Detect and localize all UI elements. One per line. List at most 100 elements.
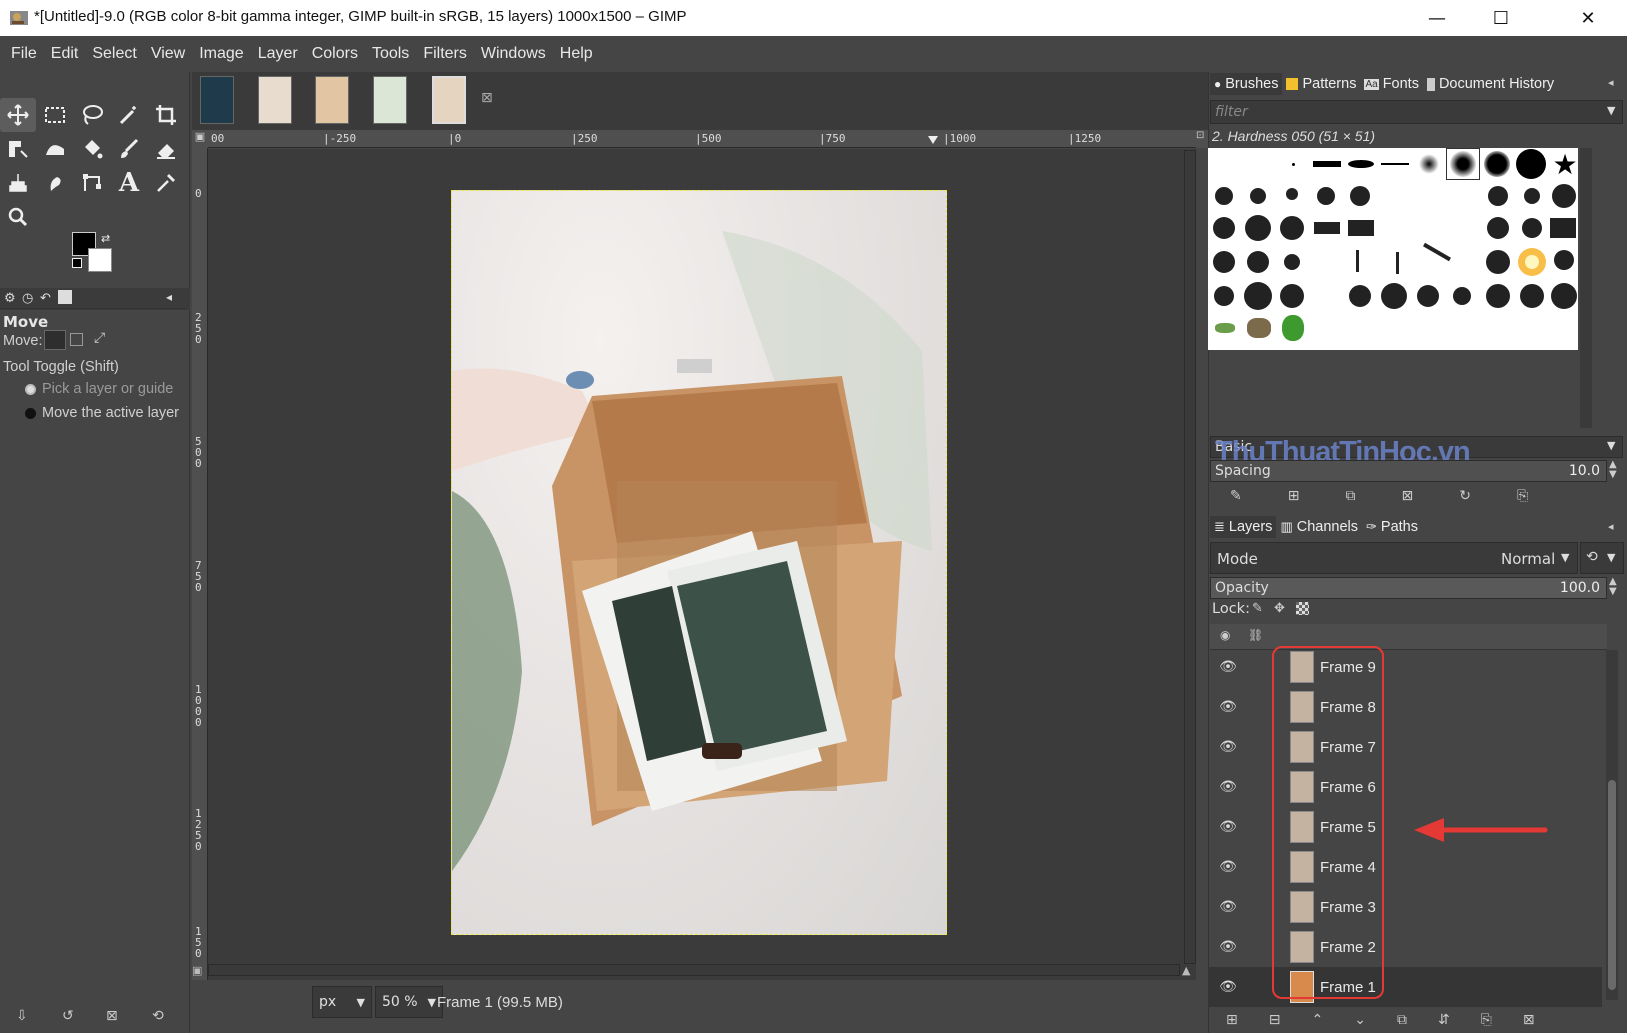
zoom-on-resize-icon[interactable]: ⊡ — [1196, 130, 1208, 148]
menu-view[interactable]: View — [144, 45, 192, 63]
eye-icon[interactable]: 👁 — [1208, 659, 1248, 675]
smudge-tool-icon[interactable] — [37, 166, 73, 200]
layer-mask-icon[interactable]: ⎘ — [1481, 1012, 1492, 1028]
clone-tool-icon[interactable] — [0, 166, 36, 200]
unit-select[interactable]: px ▼ — [312, 986, 372, 1018]
tab-patterns[interactable]: Patterns — [1282, 73, 1360, 95]
reset-colors-icon[interactable] — [72, 258, 82, 268]
image-tab-thumbnail[interactable] — [258, 76, 292, 124]
eye-icon[interactable]: 👁 — [1208, 739, 1248, 755]
layer-row[interactable]: 👁 Frame 6 — [1208, 767, 1602, 807]
tab-brushes[interactable]: ● Brushes — [1210, 73, 1283, 95]
brush-grid[interactable]: ★ — [1208, 148, 1578, 350]
delete-tool-preset-icon[interactable]: ⊠ — [106, 1008, 118, 1024]
fuzzy-select-tool-icon[interactable] — [111, 98, 147, 132]
menu-help[interactable]: Help — [553, 45, 600, 63]
paintbrush-tool-icon[interactable] — [111, 132, 147, 166]
menu-image[interactable]: Image — [192, 45, 250, 63]
gimp-mascot-brush-icon[interactable] — [1242, 312, 1276, 344]
pepper-brush-icon[interactable] — [1276, 312, 1310, 344]
menu-select[interactable]: Select — [85, 45, 143, 63]
edit-brush-icon[interactable]: ✎ — [1230, 488, 1242, 504]
navigate-canvas-icon[interactable]: ▲ — [1182, 964, 1196, 978]
menu-layer[interactable]: Layer — [251, 45, 305, 63]
layer-row-active[interactable]: 👁 Frame 1 — [1208, 967, 1602, 1007]
brush-filter-input[interactable]: filter ▼ — [1210, 100, 1623, 124]
layers-scrollbar[interactable] — [1606, 650, 1618, 1000]
brush-item-selected[interactable] — [1446, 148, 1480, 180]
restore-tool-preset-icon[interactable]: ↺ — [62, 1008, 74, 1024]
lower-layer-icon[interactable]: ⌄ — [1354, 1012, 1366, 1028]
brush-item[interactable] — [1344, 148, 1378, 180]
raise-layer-icon[interactable]: ⌃ — [1311, 1012, 1323, 1028]
tab-fonts[interactable]: Aa Fonts — [1360, 73, 1423, 95]
image-content[interactable] — [451, 190, 947, 935]
image-tab-thumbnail-active[interactable] — [432, 76, 466, 124]
navigate-icon[interactable]: ▣ — [192, 964, 206, 978]
eye-icon[interactable]: 👁 — [1208, 899, 1248, 915]
delete-brush-icon[interactable]: ⊠ — [1401, 488, 1413, 504]
brush-item[interactable] — [1310, 148, 1344, 180]
merge-layer-icon[interactable]: ⇵ — [1438, 1012, 1450, 1028]
brush-item[interactable] — [1276, 148, 1310, 180]
menu-edit[interactable]: Edit — [44, 45, 86, 63]
new-layer-group-icon[interactable]: ⊟ — [1269, 1012, 1281, 1028]
close-window-button[interactable]: ✕ — [1556, 0, 1620, 36]
eye-icon[interactable]: 👁 — [1208, 779, 1248, 795]
warp-transform-tool-icon[interactable] — [37, 132, 73, 166]
text-tool-icon[interactable]: A — [111, 166, 147, 200]
brush-grid-scrollbar[interactable] — [1580, 148, 1592, 428]
save-tool-preset-icon[interactable]: ⇩ — [16, 1008, 28, 1024]
image-tab-thumbnail[interactable] — [373, 76, 407, 124]
horizontal-scrollbar[interactable] — [208, 964, 1180, 976]
menu-colors[interactable]: Colors — [305, 45, 365, 63]
layer-row[interactable]: 👁 Frame 8 — [1208, 687, 1602, 727]
eye-icon[interactable]: 👁 — [1208, 939, 1248, 955]
spacing-slider[interactable]: Spacing 10.0 — [1210, 460, 1607, 482]
layer-row[interactable]: 👁 Frame 7 — [1208, 727, 1602, 767]
image-tab-thumbnail[interactable] — [315, 76, 349, 124]
vertical-scrollbar[interactable] — [1184, 150, 1196, 964]
layers-scrollbar-thumb[interactable] — [1608, 780, 1616, 990]
close-image-tab-icon[interactable]: ⊠ — [481, 90, 493, 106]
brush-item[interactable] — [1378, 148, 1412, 180]
layer-row[interactable]: 👁 Frame 4 — [1208, 847, 1602, 887]
images-tab-icon[interactable] — [58, 290, 72, 304]
menu-windows[interactable]: Windows — [474, 45, 553, 63]
tab-paths[interactable]: ✑ Paths — [1362, 516, 1422, 538]
maximize-button[interactable]: ☐ — [1469, 0, 1533, 36]
tool-options-tab-icon[interactable]: ⚙ — [4, 291, 16, 306]
move-selection-mode-button[interactable] — [70, 333, 83, 346]
bucket-fill-tool-icon[interactable] — [74, 132, 110, 166]
dock-menu-icon[interactable]: ◂ — [1608, 520, 1614, 533]
dock-menu-icon[interactable]: ◂ — [1608, 76, 1614, 89]
pick-layer-radio[interactable] — [25, 384, 36, 395]
color-picker-tool-icon[interactable] — [148, 166, 184, 200]
open-brush-as-image-icon[interactable]: ⎘ — [1517, 488, 1528, 504]
paths-tool-icon[interactable] — [74, 166, 110, 200]
lock-pixels-icon[interactable]: ✎ — [1252, 601, 1263, 616]
move-active-layer-radio[interactable] — [25, 408, 36, 419]
background-color-swatch[interactable] — [88, 248, 112, 272]
duplicate-brush-icon[interactable]: ⧉ — [1345, 488, 1355, 504]
rect-select-tool-icon[interactable] — [37, 98, 73, 132]
tab-layers[interactable]: ≣ Layers — [1210, 516, 1277, 538]
brush-item[interactable] — [1208, 312, 1242, 344]
new-layer-icon[interactable]: ⊞ — [1226, 1012, 1238, 1028]
new-brush-icon[interactable]: ⊞ — [1288, 488, 1300, 504]
eye-icon[interactable]: 👁 — [1208, 979, 1248, 995]
eye-icon[interactable]: 👁 — [1208, 819, 1248, 835]
configure-tab-icon[interactable]: ◂ — [166, 290, 172, 304]
unified-transform-tool-icon[interactable] — [0, 132, 36, 166]
lasso-tool-icon[interactable] — [74, 98, 110, 132]
brush-item[interactable] — [1412, 148, 1446, 180]
brush-item[interactable] — [1514, 148, 1548, 180]
move-tool-icon[interactable] — [0, 98, 36, 132]
crop-tool-icon[interactable] — [148, 98, 184, 132]
swap-colors-icon[interactable]: ⇄ — [101, 232, 110, 245]
tab-channels[interactable]: ▥ Channels — [1276, 516, 1362, 538]
layer-mode-select[interactable]: Mode Normal ▼ — [1210, 542, 1578, 574]
move-layer-mode-button[interactable] — [44, 330, 66, 350]
tab-document-history[interactable]: Document History — [1423, 73, 1558, 95]
brush-item[interactable]: ★ — [1548, 148, 1582, 181]
